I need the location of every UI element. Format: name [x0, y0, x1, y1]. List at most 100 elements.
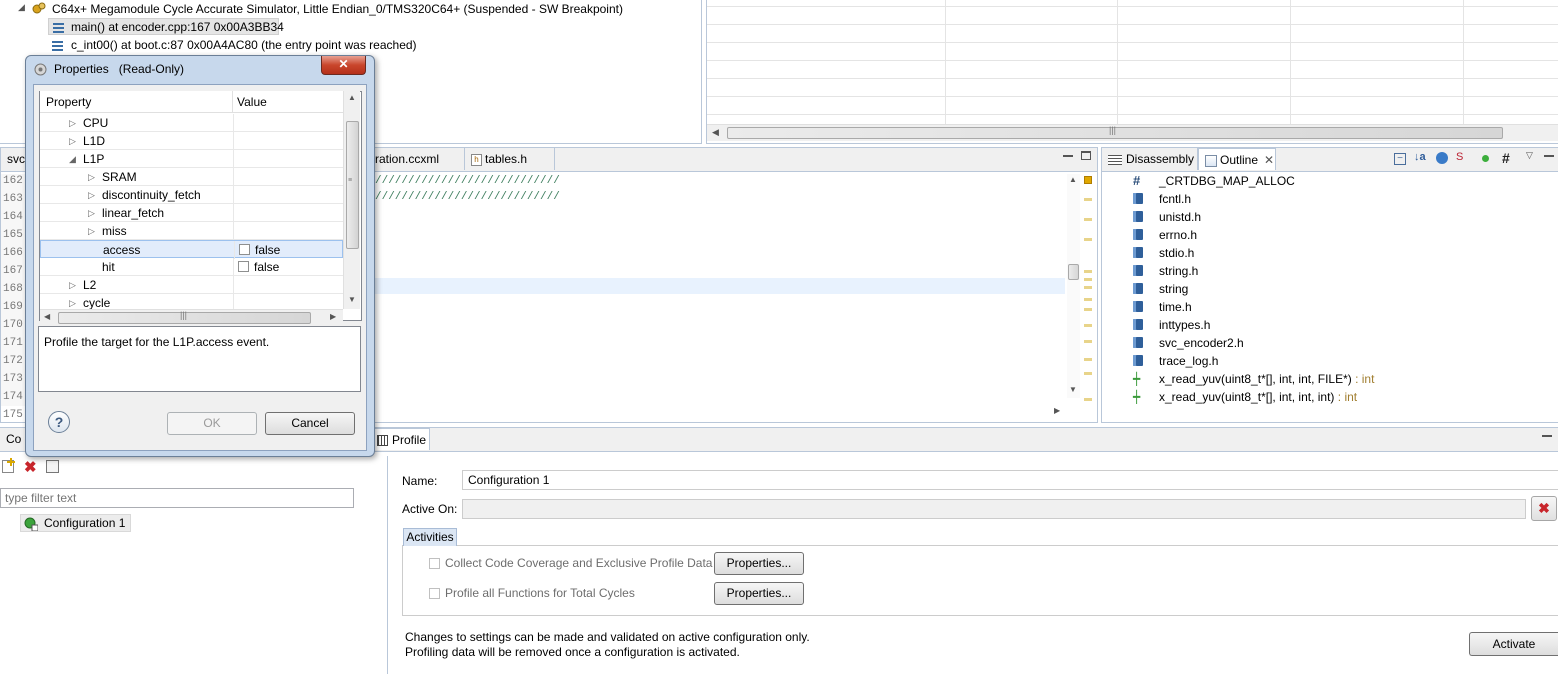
close-icon[interactable]: ✕ — [1264, 153, 1274, 167]
scroll-down-icon[interactable]: ▼ — [1069, 385, 1077, 394]
name-field[interactable]: Configuration 1 — [462, 470, 1558, 490]
minimize-icon[interactable] — [1063, 151, 1073, 157]
occurrence-marker[interactable] — [1084, 270, 1092, 273]
activity1-checkbox[interactable] — [429, 558, 440, 569]
activity2-checkbox[interactable] — [429, 588, 440, 599]
stack-frame-c-int00[interactable]: c_int00() at boot.c:87 0x00A4AC80 (the e… — [48, 36, 448, 53]
stack-frame-main[interactable]: main() at encoder.cpp:167 0x00A3BB34 — [48, 18, 284, 35]
dialog-close-button[interactable]: ✕ — [321, 56, 366, 75]
activate-button[interactable]: Activate — [1469, 632, 1558, 656]
activity2-properties-button[interactable]: Properties... — [714, 582, 804, 605]
cancel-button[interactable]: Cancel — [265, 412, 355, 435]
grid-horizontal-scrollbar[interactable]: ◀ ||| — [707, 124, 1558, 141]
hide-macros-icon[interactable]: # — [1502, 150, 1510, 166]
scroll-right-icon[interactable]: ▶ — [1054, 406, 1060, 415]
tree-collapsed-icon[interactable]: ▷ — [88, 204, 95, 222]
minimize-icon[interactable] — [1544, 151, 1554, 157]
scroll-thumb[interactable] — [346, 121, 359, 249]
occurrence-marker[interactable] — [1084, 340, 1092, 343]
sort-icon[interactable]: ↓a — [1414, 151, 1426, 163]
tree-collapsed-icon[interactable]: ▷ — [69, 276, 76, 294]
property-row[interactable]: ▷ cycle — [40, 294, 343, 309]
filter-input[interactable] — [0, 488, 354, 508]
tab-profile[interactable]: Profile — [370, 428, 430, 450]
occurrence-marker[interactable] — [1084, 308, 1092, 311]
scroll-left-icon[interactable]: ◀ — [44, 312, 50, 321]
property-checkbox[interactable] — [238, 261, 249, 272]
tab-disassembly[interactable]: Disassembly — [1102, 148, 1198, 170]
scroll-down-icon[interactable]: ▼ — [348, 295, 356, 304]
tree-collapsed-icon[interactable]: ▷ — [69, 132, 76, 150]
ok-button[interactable]: OK — [167, 412, 257, 435]
occurrence-marker[interactable] — [1084, 198, 1092, 201]
property-horizontal-scrollbar[interactable]: ◀ ||| ▶ — [40, 309, 343, 326]
tree-expanded-icon[interactable]: ◢ — [69, 150, 76, 168]
occurrence-marker[interactable] — [1084, 398, 1092, 401]
tab-tables-h[interactable]: h tables.h — [465, 148, 555, 170]
property-name: linear_fetch — [102, 206, 165, 220]
occurrence-marker[interactable] — [1084, 324, 1092, 327]
duplicate-config-icon[interactable] — [46, 460, 59, 473]
scroll-left-icon[interactable]: ◀ — [712, 127, 719, 138]
hide-static-icon[interactable]: S — [1456, 151, 1463, 163]
property-row[interactable]: ▷ linear_fetch — [40, 204, 343, 222]
occurrence-marker[interactable] — [1084, 238, 1092, 241]
property-row[interactable]: ▷ CPU — [40, 114, 343, 132]
tab-ccxml[interactable]: ration.ccxml — [369, 148, 465, 170]
grip-icon: ≡ — [348, 177, 353, 184]
property-row[interactable]: hit false — [40, 258, 343, 276]
tree-collapsed-icon[interactable]: ▷ — [69, 294, 76, 309]
property-value-cell — [233, 186, 343, 204]
delete-config-icon[interactable]: ✖ — [24, 458, 37, 476]
occurrence-marker[interactable] — [1084, 372, 1092, 375]
scroll-up-icon[interactable]: ▲ — [1069, 175, 1077, 184]
outline-item-text: unistd.h — [1159, 208, 1201, 226]
scroll-up-icon[interactable]: ▲ — [348, 93, 356, 102]
collapse-all-icon[interactable]: − — [1394, 153, 1406, 165]
column-header-value[interactable]: Value — [237, 95, 267, 109]
property-row[interactable]: ◢ L1P — [40, 150, 343, 168]
debug-target-label[interactable]: C64x+ Megamodule Cycle Accurate Simulato… — [52, 2, 623, 16]
tree-collapsed-icon[interactable]: ▷ — [88, 168, 95, 186]
property-row[interactable]: ▷ L1D — [40, 132, 343, 150]
property-checkbox[interactable] — [239, 244, 250, 255]
clear-active-on-button[interactable]: ✖ — [1531, 496, 1557, 521]
property-row[interactable]: ▷ L2 — [40, 276, 343, 294]
activity1-properties-button[interactable]: Properties... — [714, 552, 804, 575]
line-number: 174 — [3, 391, 23, 403]
tree-collapsed-icon[interactable]: ▷ — [69, 114, 76, 132]
occurrence-marker[interactable] — [1084, 278, 1092, 281]
property-row[interactable]: ▷ discontinuity_fetch — [40, 186, 343, 204]
new-config-icon[interactable] — [2, 458, 15, 473]
minimize-icon[interactable] — [1542, 431, 1552, 437]
line-number: 162 — [3, 175, 23, 187]
view-menu-icon[interactable]: ▽ — [1526, 150, 1533, 161]
dialog-app-icon — [34, 63, 47, 76]
tab-outline[interactable]: Outline ✕ — [1198, 148, 1276, 170]
property-row[interactable]: ▷ SRAM — [40, 168, 343, 186]
hide-nonpublic-icon[interactable] — [1482, 155, 1489, 162]
maximize-icon[interactable] — [1081, 151, 1091, 160]
occurrence-marker[interactable] — [1084, 298, 1092, 301]
property-vertical-scrollbar[interactable]: ▲ ≡ ▼ — [343, 91, 360, 309]
tree-collapsed-icon[interactable]: ▷ — [88, 186, 95, 204]
tree-collapsed-icon[interactable]: ▷ — [88, 222, 95, 240]
property-value-cell: false — [234, 241, 343, 259]
outline-icon — [1205, 154, 1217, 167]
property-row[interactable]: ▷ miss — [40, 222, 343, 240]
column-header-property[interactable]: Property — [46, 95, 91, 109]
profile-icon — [377, 435, 388, 447]
occurrence-marker[interactable] — [1084, 286, 1092, 289]
editor-vertical-scrollbar[interactable]: ▲ ▼ — [1067, 174, 1080, 398]
warning-marker[interactable] — [1084, 176, 1092, 184]
scroll-right-icon[interactable]: ▶ — [330, 312, 336, 321]
occurrence-marker[interactable] — [1084, 358, 1092, 361]
help-icon[interactable]: ? — [48, 411, 70, 433]
hide-fields-icon[interactable] — [1436, 152, 1448, 164]
occurrence-marker[interactable] — [1084, 218, 1092, 221]
scroll-thumb[interactable] — [1068, 264, 1079, 280]
config-item[interactable]: Configuration 1 — [20, 514, 131, 532]
property-row[interactable]: access false — [40, 240, 343, 259]
tree-expand-icon[interactable]: ◢ — [18, 2, 25, 13]
tab-activities[interactable]: Activities — [403, 528, 457, 546]
